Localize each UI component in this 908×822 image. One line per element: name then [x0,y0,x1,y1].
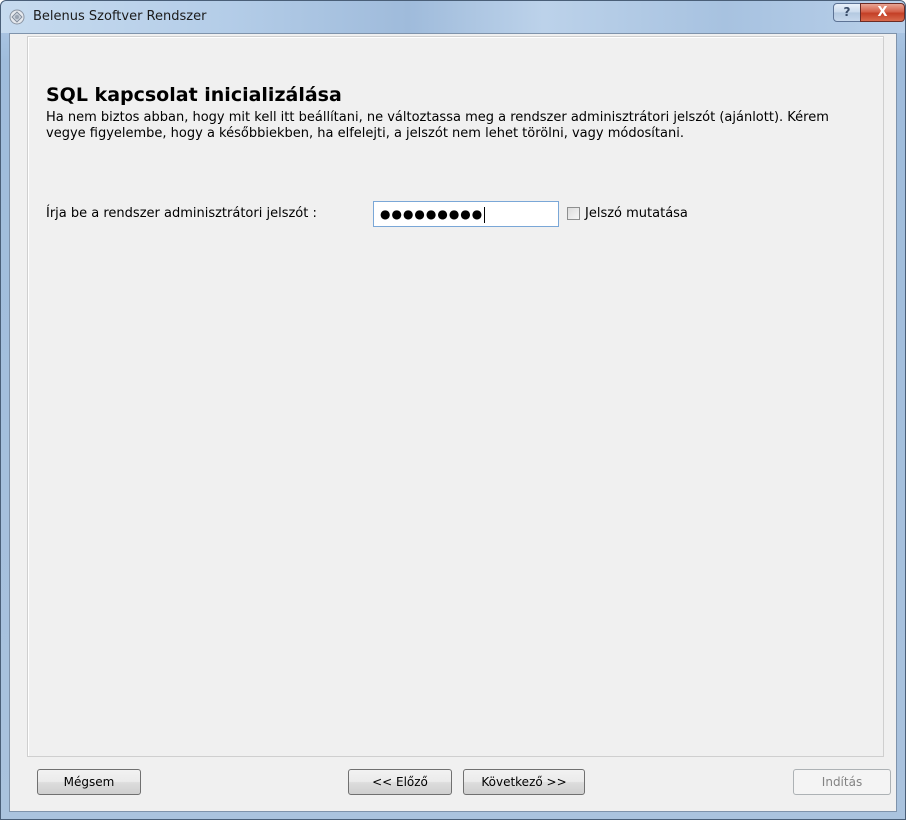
previous-button[interactable]: << Előző [348,769,452,795]
help-button[interactable]: ? [833,3,861,22]
close-button[interactable]: X [860,3,905,22]
app-window: Belenus Szoftver Rendszer ? X SQL kapcso… [0,0,906,820]
password-input[interactable]: ●●●●●●●●● [373,201,559,227]
password-value: ●●●●●●●●● [380,207,484,221]
page-description: Ha nem biztos abban, hogy mit kell itt b… [46,110,829,141]
password-label: Írja be a rendszer adminisztrátori jelsz… [46,206,317,221]
cancel-button[interactable]: Mégsem [37,769,141,795]
close-icon: X [877,5,888,20]
app-icon [9,9,25,25]
show-password-checkbox[interactable] [567,207,580,220]
window-title: Belenus Szoftver Rendszer [33,9,207,24]
text-caret [484,206,486,223]
title-bar[interactable]: Belenus Szoftver Rendszer ? X [1,1,905,33]
next-button[interactable]: Következő >> [463,769,585,795]
show-password-label[interactable]: Jelszó mutatása [585,206,688,221]
help-icon: ? [843,5,851,19]
page-title: SQL kapcsolat inicializálása [46,84,342,106]
wizard-page-frame [27,36,884,757]
start-button[interactable]: Indítás [793,769,891,795]
